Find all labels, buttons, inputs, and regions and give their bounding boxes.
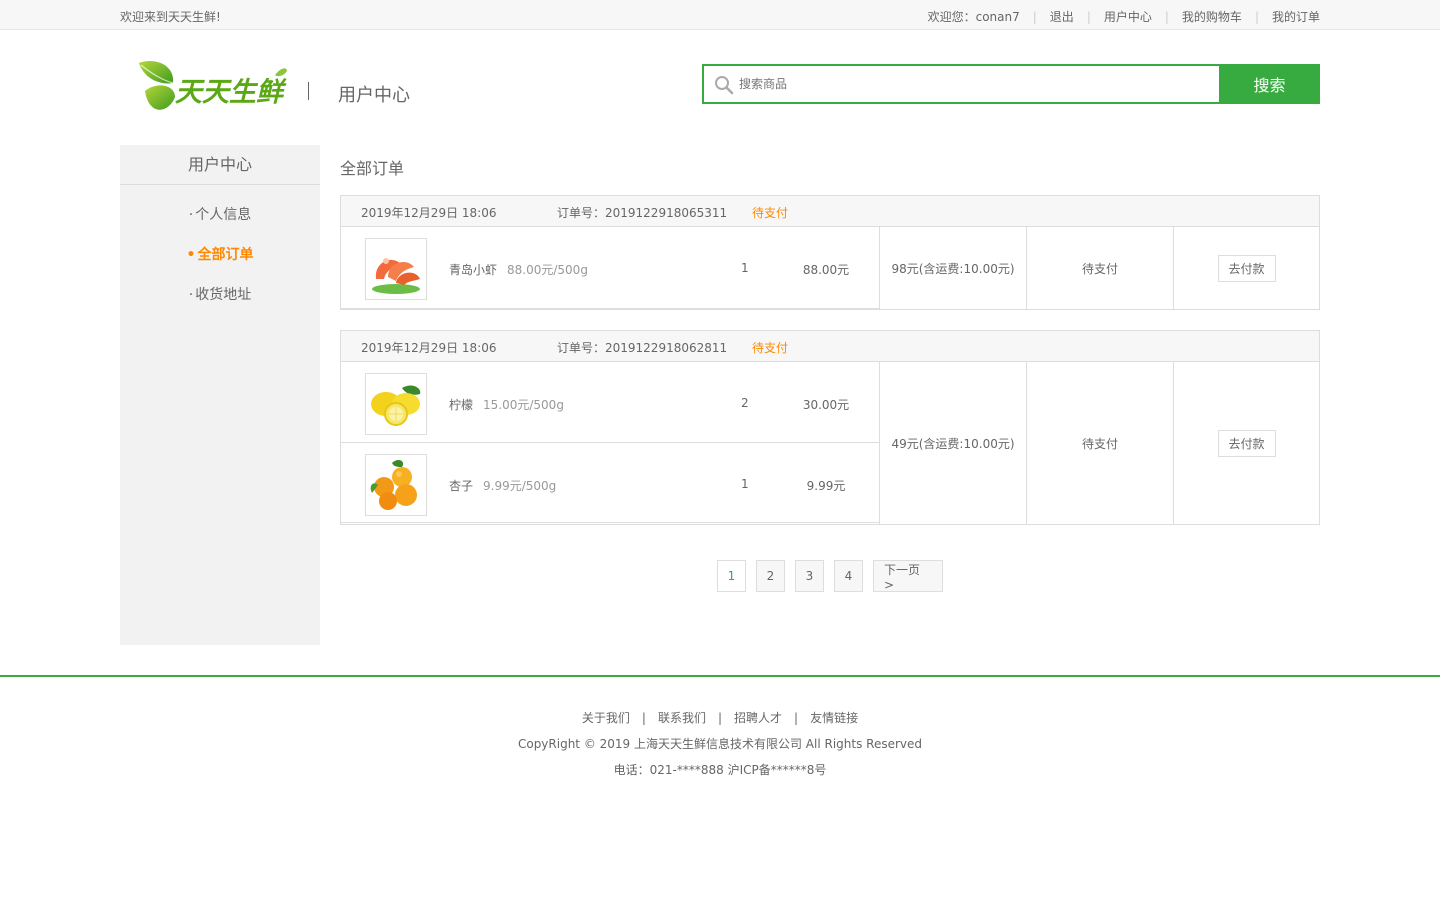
search-box [702,64,1220,104]
separator: | [1032,9,1037,24]
footer-copyright: CopyRight © 2019 上海天天生鲜信息技术有限公司 All Righ… [517,737,923,751]
sidebar-title: 用户中心 [120,145,320,185]
goods-count: 1 [741,477,749,491]
goods-count: 2 [741,396,749,410]
separator: | [717,711,723,725]
page-4-link[interactable]: 4 [834,560,863,592]
sidebar-item-label: 收货地址 [195,287,252,303]
bullet-icon: · [188,207,194,223]
footer-link-contact[interactable]: 联系我们 [658,711,706,725]
sidebar-item-label: 全部订单 [197,247,254,263]
page-2-link[interactable]: 2 [756,560,785,592]
logout-link[interactable]: 退出 [1050,8,1074,25]
order-card: 2019年12月29日 18:06 订单号：2019122918065311 待… [340,195,1320,310]
site-logo[interactable]: 天天生鲜 [135,55,290,120]
goods-subtotal: 9.99元 [806,479,846,493]
cart-link[interactable]: 我的购物车 [1182,8,1242,25]
welcome-text: 欢迎来到天天生鲜! [120,10,221,24]
goods-name[interactable]: 杏子 [449,479,473,493]
header-divider [308,82,309,100]
sidebar-item-orders[interactable]: • 全部订单 [120,235,320,275]
sidebar-item-profile[interactable]: · 个人信息 [120,195,320,235]
separator: | [1086,9,1091,24]
goods-list: 柠檬 15.00元/500g 2 30.00元 杏子 9.99元/500g 1 … [341,362,880,524]
order-number: 订单号：2019122918065311 [557,206,728,220]
goods-name-wrap: 杏子 9.99元/500g [449,477,556,494]
goods-row: 青岛小虾 88.00元/500g 1 88.00元 [341,227,879,309]
order-number: 订单号：2019122918062811 [557,341,728,355]
order-status: 待支付 [752,341,789,355]
order-amount: 98元(含运费:10.00元) [880,227,1027,309]
order-body: 青岛小虾 88.00元/500g 1 88.00元 98元(含运费:10.00元)… [341,227,1319,309]
shrimp-image[interactable] [365,238,427,300]
footer-links: 关于我们 | 联系我们 | 招聘人才 | 友情链接 [0,709,1440,726]
order-pay-status: 待支付 [1027,227,1174,309]
goods-name-wrap: 青岛小虾 88.00元/500g [449,261,588,278]
page-1-link[interactable]: 1 [717,560,746,592]
goods-row: 杏子 9.99元/500g 1 9.99元 [341,443,879,523]
order-date: 2019年12月29日 18:06 [361,341,497,355]
goods-unit-price: 88.00元/500g [507,263,588,277]
order-date: 2019年12月29日 18:06 [361,206,497,220]
pagination: 1 2 3 4 下一页 > [717,560,953,592]
pay-button[interactable]: 去付款 [1217,429,1276,457]
pay-button[interactable]: 去付款 [1217,254,1276,282]
goods-count: 1 [741,261,749,275]
order-amount: 49元(含运费:10.00元) [880,362,1027,524]
footer-link-about[interactable]: 关于我们 [582,711,630,725]
separator: | [794,711,799,725]
goods-unit-price: 9.99元/500g [483,479,557,493]
order-header: 2019年12月29日 18:06 订单号：2019122918065311 待… [341,196,1319,227]
separator: | [641,711,646,725]
goods-row: 柠檬 15.00元/500g 2 30.00元 [341,362,879,443]
top-bar: 欢迎来到天天生鲜! 欢迎您：conan7 | 退出 | 用户中心 | 我的购物车… [0,0,1440,30]
order-action-cell: 去付款 [1174,227,1319,309]
footer-link-friends[interactable]: 友情链接 [810,711,858,725]
footer-link-jobs[interactable]: 招聘人才 [734,711,782,725]
order-card: 2019年12月29日 18:06 订单号：2019122918062811 待… [340,330,1320,525]
footer-contact: 电话：021-****888 沪ICP备******8号 [613,763,827,777]
orders-link[interactable]: 我的订单 [1272,8,1320,25]
user-center-link[interactable]: 用户中心 [1104,8,1152,25]
goods-name-wrap: 柠檬 15.00元/500g [449,396,564,413]
goods-list: 青岛小虾 88.00元/500g 1 88.00元 [341,227,880,309]
logo-text: 天天生鲜 [175,77,287,108]
sidebar-menu: · 个人信息 • 全部订单 · 收货地址 [120,195,320,315]
order-status: 待支付 [752,206,789,220]
search-icon [715,76,734,95]
logo-leaf-icon: 天天生鲜 [139,61,287,110]
order-header: 2019年12月29日 18:06 订单号：2019122918062811 待… [341,331,1319,362]
order-body: 柠檬 15.00元/500g 2 30.00元 杏子 9.99元/500g 1 … [341,362,1319,524]
goods-subtotal: 30.00元 [802,398,850,412]
page-3-link[interactable]: 3 [795,560,824,592]
goods-name[interactable]: 青岛小虾 [449,263,497,277]
user-links: 欢迎您：conan7 | 退出 | 用户中心 | 我的购物车 | 我的订单 [928,8,1320,25]
lemon-image[interactable] [365,373,427,435]
goods-name[interactable]: 柠檬 [449,398,473,412]
next-page-link[interactable]: 下一页 > [873,560,943,592]
page-subtitle: 用户中心 [338,85,410,106]
goods-subtotal: 88.00元 [802,263,850,277]
search-button[interactable]: 搜索 [1219,64,1320,104]
order-pay-status: 待支付 [1027,362,1174,524]
separator: | [1164,9,1169,24]
page-title: 全部订单 [340,159,405,178]
footer: 关于我们 | 联系我们 | 招聘人才 | 友情链接 CopyRight © 2019 上海天… [0,675,1440,777]
sidebar-item-label: 个人信息 [195,207,252,223]
search-input[interactable] [739,74,1199,94]
sidebar-item-address[interactable]: · 收货地址 [120,275,320,315]
user-greeting: 欢迎您：conan7 [927,10,1020,24]
bullet-icon: • [186,247,196,263]
goods-unit-price: 15.00元/500g [483,398,564,412]
sidebar: 用户中心 · 个人信息 • 全部订单 · 收货地址 [120,145,320,645]
bullet-icon: · [188,287,194,303]
order-action-cell: 去付款 [1174,362,1319,524]
apricot-image[interactable] [365,454,427,516]
separator: | [1254,9,1259,24]
